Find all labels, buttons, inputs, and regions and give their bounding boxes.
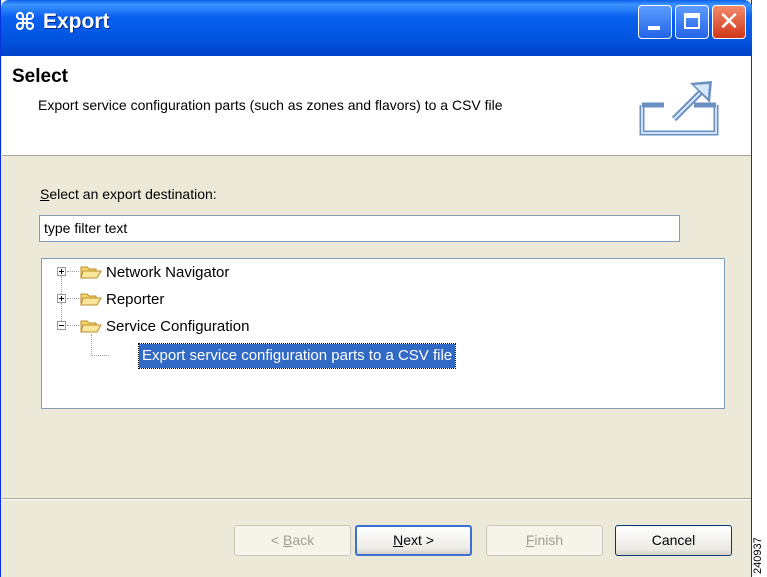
close-button[interactable]: ✕: [712, 5, 746, 39]
footer-divider-highlight: [2, 499, 751, 500]
window-title: Export: [43, 10, 110, 33]
minimize-button[interactable]: [638, 5, 672, 39]
destination-label: Select an export destination:: [40, 186, 217, 202]
export-dialog: ⌘ Export ✕ Select Export service configu…: [0, 0, 752, 577]
tree-connector: [67, 271, 79, 273]
tree-item-service-configuration[interactable]: Service Configuration: [106, 316, 249, 338]
tree-item-network-navigator[interactable]: Network Navigator: [106, 262, 229, 284]
cancel-button[interactable]: Cancel: [615, 525, 732, 556]
tree-connector: [91, 334, 93, 354]
expand-toggle-network-navigator[interactable]: [57, 267, 66, 276]
tree-connector: [61, 276, 63, 294]
tree-item-reporter[interactable]: Reporter: [106, 289, 164, 311]
folder-icon: [80, 266, 102, 279]
tree-item-export-csv-selected[interactable]: Export service configuration parts to a …: [137, 343, 457, 369]
maximize-button[interactable]: [675, 5, 709, 39]
tree-connector: [61, 303, 63, 321]
back-button[interactable]: < Back: [234, 525, 351, 556]
minimize-icon: [648, 26, 660, 30]
collapse-toggle-service-configuration[interactable]: [57, 321, 66, 330]
app-logo-icon: ⌘: [13, 8, 37, 36]
figure-id: 240937: [752, 537, 764, 574]
tree-connector: [91, 355, 109, 357]
page-title: Select: [12, 66, 68, 87]
tree-connector: [67, 298, 79, 300]
page-description: Export service configuration parts (such…: [38, 97, 503, 113]
title-bar[interactable]: ⌘ Export ✕: [1, 0, 752, 56]
tree-connector: [67, 325, 79, 327]
open-folder-icon: [80, 320, 102, 333]
close-icon: ✕: [718, 7, 740, 37]
maximize-icon: [684, 13, 700, 29]
finish-button[interactable]: Finish: [486, 525, 603, 556]
folder-icon: [80, 293, 102, 306]
next-button[interactable]: Next >: [355, 525, 472, 556]
export-icon: [639, 81, 719, 136]
filter-input[interactable]: type filter text: [39, 215, 680, 242]
wizard-banner: Select Export service configuration part…: [2, 56, 751, 156]
expand-toggle-reporter[interactable]: [57, 294, 66, 303]
